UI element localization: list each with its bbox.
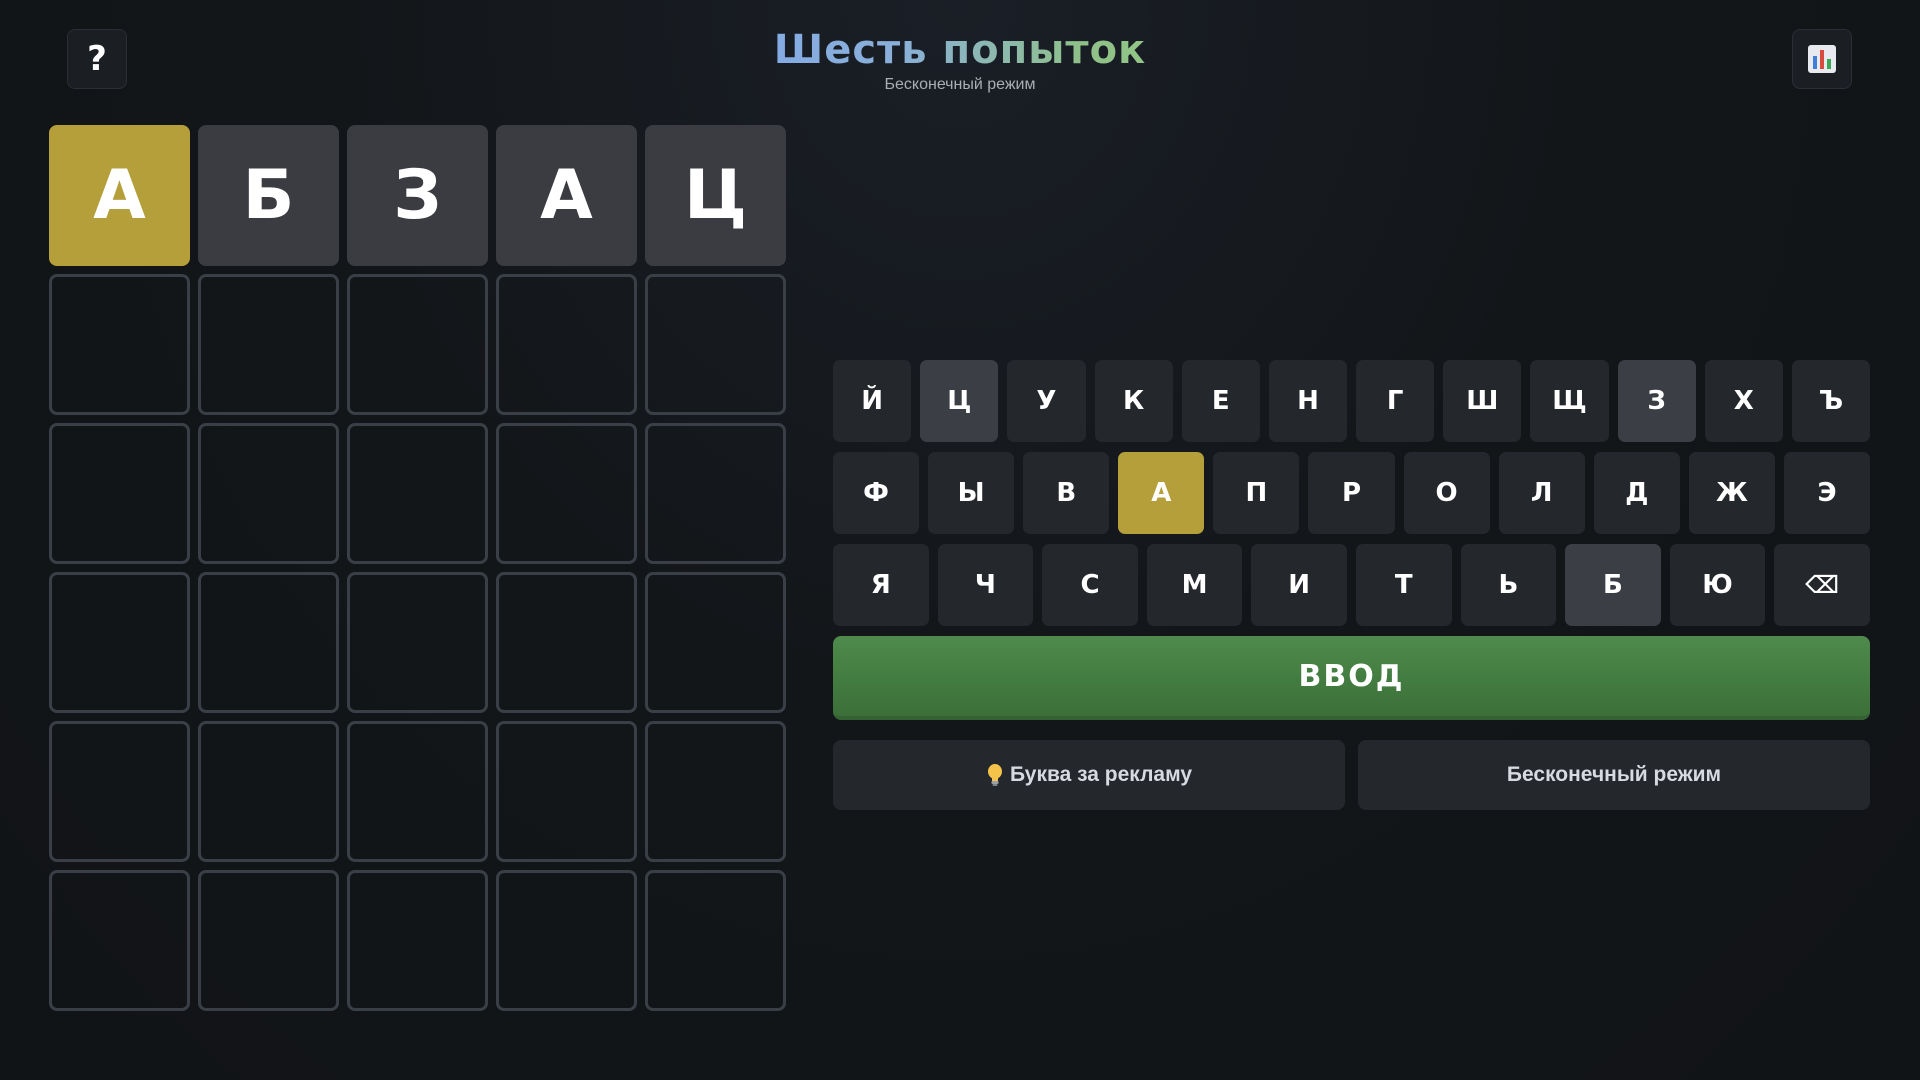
key[interactable]: Ц (920, 360, 999, 442)
key[interactable]: Л (1498, 452, 1585, 534)
board-tile (49, 870, 190, 1011)
board-tile: З (347, 125, 488, 266)
key[interactable]: К (1094, 360, 1173, 442)
board-tile (496, 870, 637, 1011)
game-mode-subtitle: Бесконечный режим (884, 76, 1036, 93)
key[interactable]: П (1213, 452, 1300, 534)
board-tile (496, 721, 637, 862)
key[interactable]: Ф (833, 452, 920, 534)
key[interactable]: Я (833, 544, 929, 626)
board-tile (347, 274, 488, 415)
board-tile (198, 274, 339, 415)
hint-for-ad-button[interactable]: Буква за рекламу (833, 740, 1345, 810)
board-tile (198, 572, 339, 713)
help-icon: ? (87, 39, 107, 79)
board-tile (198, 870, 339, 1011)
key[interactable]: Ъ (1791, 360, 1871, 442)
board-tile (645, 274, 786, 415)
board-tile (49, 274, 190, 415)
key[interactable]: С (1042, 544, 1138, 626)
lightbulb-icon (986, 763, 1004, 787)
key[interactable]: О (1403, 452, 1490, 534)
keyboard-row: ЙЦУКЕНГШЩЗХЪ (833, 360, 1871, 442)
board-tile: Ц (645, 125, 786, 266)
key[interactable]: Ч (937, 544, 1034, 626)
key[interactable]: Ы (928, 452, 1015, 534)
board-tile (645, 423, 786, 564)
key[interactable]: И (1251, 544, 1347, 626)
key[interactable]: Д (1593, 452, 1680, 534)
board-tile: А (496, 125, 637, 266)
key[interactable]: У (1007, 360, 1086, 442)
board-tile (347, 721, 488, 862)
backspace-key[interactable]: ⌫ (1774, 544, 1870, 626)
key[interactable]: В (1023, 452, 1110, 534)
key[interactable]: Ш (1443, 360, 1522, 442)
key[interactable]: Б (1565, 544, 1661, 626)
key[interactable]: Е (1181, 360, 1260, 442)
on-screen-keyboard: Й Ц У К Е Н Г Ш Щ З Х Ъ Ф Ы В А П Р О Л Д Ж Э Я Ч С М И Т Ь Б Ю ⌫ ВВОД Б… (833, 360, 1871, 810)
key[interactable]: Э (1783, 452, 1871, 534)
game-board: АБЗАЦ (49, 125, 786, 1011)
action-row: Буква за рекламу Бесконечный режим (833, 740, 1870, 810)
board-tile (347, 572, 488, 713)
board-tile (645, 572, 786, 713)
game-title: Шесть попыток (660, 22, 1260, 78)
help-button[interactable]: ? (67, 29, 127, 89)
board-tile (496, 274, 637, 415)
enter-button[interactable]: ВВОД (833, 636, 1870, 720)
stats-button[interactable] (1792, 29, 1852, 89)
board-tile (645, 870, 786, 1011)
key[interactable]: Щ (1530, 360, 1609, 442)
key[interactable]: З (1617, 360, 1696, 442)
board-tile (496, 423, 637, 564)
board-tile: Б (198, 125, 339, 266)
board-tile (645, 721, 786, 862)
keyboard-row: ФЫВАПРОЛДЖЭ (833, 452, 1871, 534)
bar-chart-icon (1808, 45, 1836, 73)
key[interactable]: Ю (1669, 544, 1766, 626)
game-app: ? Шесть попыток Бесконечный режим АБЗАЦ … (0, 0, 1920, 1080)
key[interactable]: М (1146, 544, 1243, 626)
board-tile (198, 423, 339, 564)
key[interactable]: Т (1355, 544, 1452, 626)
board-tile (496, 572, 637, 713)
key[interactable]: Й (833, 360, 912, 442)
key[interactable]: Ь (1460, 544, 1557, 626)
board-tile (49, 572, 190, 713)
header: Шесть попыток Бесконечный режим (660, 22, 1260, 94)
key[interactable]: Г (1356, 360, 1435, 442)
keyboard-row: Я Ч С М И Т Ь Б Ю ⌫ (833, 544, 1870, 626)
endless-mode-button[interactable]: Бесконечный режим (1358, 740, 1870, 810)
board-tile (347, 870, 488, 1011)
key[interactable]: Х (1704, 360, 1783, 442)
key[interactable]: Н (1268, 360, 1348, 442)
key[interactable]: А (1118, 452, 1205, 534)
board-tile (347, 423, 488, 564)
board-tile (198, 721, 339, 862)
hint-for-ad-label: Буква за рекламу (1009, 763, 1193, 786)
board-tile (49, 721, 190, 862)
key[interactable]: Ж (1688, 452, 1775, 534)
board-tile (49, 423, 190, 564)
key[interactable]: Р (1308, 452, 1395, 534)
board-tile: А (49, 125, 190, 266)
